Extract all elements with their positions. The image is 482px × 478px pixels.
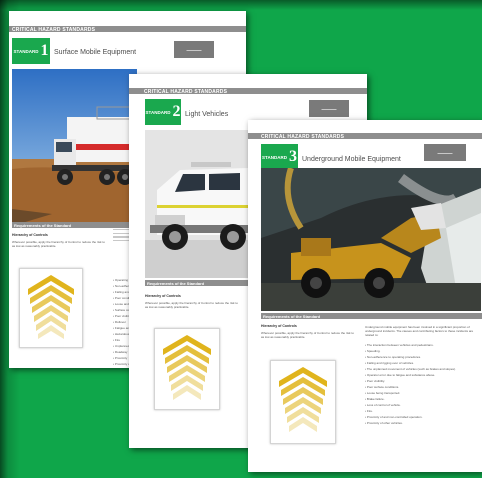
- standard-word: STANDARD: [262, 154, 287, 160]
- standard-badge: STANDARD 3: [261, 144, 298, 170]
- logo-box: ▬▬▬▬▬: [174, 41, 214, 58]
- hierarchy-chevron-icon: [279, 367, 327, 432]
- intro-text: Underground mobile equipment has been in…: [365, 325, 474, 337]
- bullet-item: • Proximity of other vehicles.: [365, 421, 403, 425]
- hierarchy-text: Wherever possible, apply the hierarchy o…: [12, 240, 105, 248]
- standard-number: 3: [288, 148, 297, 165]
- hierarchy-heading: Hierarchy of Controls: [145, 294, 181, 298]
- standard-badge: STANDARD 2: [145, 99, 181, 125]
- standard-number: 2: [172, 103, 181, 120]
- requirements-band: Requirements of the Standard: [12, 222, 139, 228]
- standard-title: Surface Mobile Equipment: [54, 49, 137, 56]
- standard-number: 1: [40, 42, 49, 59]
- hierarchy-chevron-card: [19, 268, 83, 348]
- logo-box: ▬▬▬▬▬: [309, 100, 349, 117]
- requirements-heading: Requirements of the Standard: [147, 280, 205, 286]
- category-label: CRITICAL HAZARD STANDARDS: [12, 26, 96, 33]
- requirements-band: Requirements of the Standard: [145, 280, 250, 286]
- hierarchy-heading: Hierarchy of Controls: [261, 324, 297, 328]
- underground-loader-photo: [261, 168, 481, 311]
- requirements-heading: Requirements of the Standard: [14, 222, 72, 228]
- hierarchy-chevron-icon: [28, 275, 74, 339]
- hierarchy-text: Wherever possible, apply the hierarchy o…: [261, 331, 354, 339]
- hierarchy-text: Wherever possible, apply the hierarchy o…: [145, 301, 238, 309]
- standard-word: STANDARD: [13, 48, 39, 54]
- hierarchy-chevron-card: [270, 360, 336, 444]
- standard-word: STANDARD: [145, 109, 171, 115]
- standard-title: Underground Mobile Equipment: [302, 156, 401, 163]
- bullet-list: • The interaction between vehicles and p…: [365, 342, 477, 426]
- document-page-3[interactable]: CRITICAL HAZARD STANDARDS STANDARD 3 Und…: [248, 120, 482, 472]
- logo-box: ▬▬▬▬▬: [424, 144, 466, 161]
- category-label: CRITICAL HAZARD STANDARDS: [261, 133, 345, 140]
- standard-badge: STANDARD 1: [12, 38, 50, 64]
- requirements-band: Requirements of the Standard: [261, 313, 482, 319]
- hierarchy-chevron-card: [154, 328, 220, 410]
- standard-title: Light Vehicles: [185, 111, 229, 118]
- light-vehicle-photo: [145, 130, 248, 278]
- hierarchy-chevron-icon: [163, 335, 211, 400]
- requirements-heading: Requirements of the Standard: [263, 313, 321, 319]
- hierarchy-heading: Hierarchy of Controls: [12, 233, 48, 237]
- category-label: CRITICAL HAZARD STANDARDS: [144, 88, 228, 95]
- truck-photo: [12, 69, 137, 226]
